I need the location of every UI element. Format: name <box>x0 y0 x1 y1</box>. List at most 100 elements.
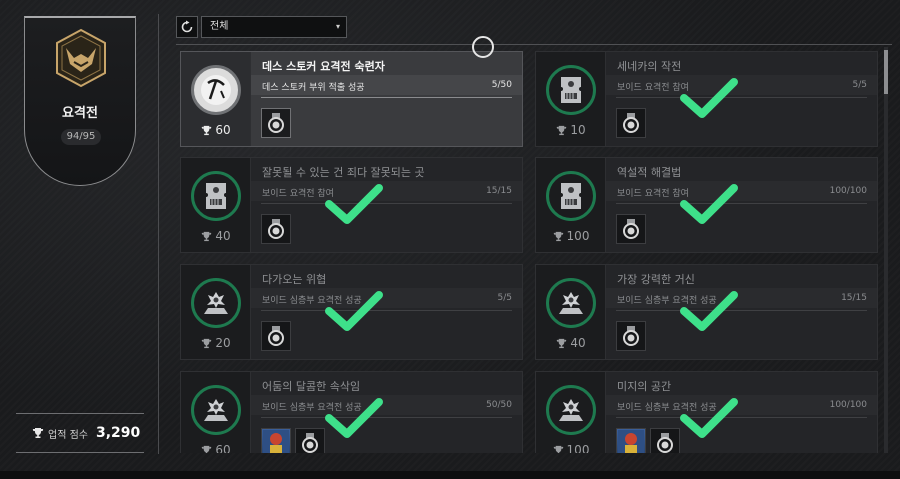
trophy-icon <box>556 338 567 349</box>
reward-medal-icon[interactable] <box>261 214 291 244</box>
achievement-points: 60 <box>181 123 251 137</box>
achievement-title: 어둠의 달콤한 속삭임 <box>262 380 361 393</box>
achievement-progress: 5/50 <box>491 80 512 90</box>
achievement-title: 가장 강력한 거신 <box>617 273 695 286</box>
achievement-points: 10 <box>536 123 606 137</box>
trophy-icon <box>201 125 212 136</box>
trophy-icon <box>553 231 564 242</box>
achievement-title: 데스 스토커 요격전 숙련자 <box>262 60 385 73</box>
trophy-icon <box>201 338 212 349</box>
reward-medal-icon[interactable] <box>295 428 325 453</box>
reward-medal-icon[interactable] <box>616 108 646 138</box>
reward-medal-icon[interactable] <box>616 321 646 351</box>
boss-icon <box>546 385 596 435</box>
achievement-badge-area: 100 <box>536 158 606 252</box>
achievement-badge-area: 40 <box>536 265 606 359</box>
reward-character-item[interactable] <box>261 428 291 453</box>
achievement-points: 60 <box>181 443 251 453</box>
achievement-description: 보이드 요격전 참여 <box>262 189 334 199</box>
scrollbar-thumb[interactable] <box>884 50 888 94</box>
achievement-description: 보이드 요격전 참여 <box>617 189 689 199</box>
divider <box>616 417 867 418</box>
achievement-description: 보이드 심층부 요격전 성공 <box>617 296 717 306</box>
achievement-progress: 5/5 <box>852 80 867 90</box>
achievement-description: 보이드 심층부 요격전 성공 <box>262 403 362 413</box>
reward-character-item[interactable] <box>616 428 646 453</box>
bottom-bar <box>0 471 900 479</box>
score-label: 업적 점수 <box>48 429 88 441</box>
divider <box>16 413 144 414</box>
points-value: 10 <box>570 123 586 137</box>
achievement-card[interactable]: 100 미지의 공간 보이드 심층부 요격전 성공 100/100 <box>535 371 878 453</box>
achievement-card[interactable]: 60 어둠의 달콤한 속삭임 보이드 심층부 요격전 성공 50/50 <box>180 371 523 453</box>
ticket-icon <box>191 171 241 221</box>
points-value: 20 <box>215 336 231 350</box>
achievement-badge-area: 60 <box>181 52 251 146</box>
achievement-title: 역설적 해결법 <box>617 166 682 179</box>
achievement-description: 보이드 요격전 참여 <box>617 83 689 93</box>
achievement-points: 100 <box>536 443 606 453</box>
divider <box>261 310 512 311</box>
filter-dropdown[interactable]: 전체 ▾ <box>201 16 347 38</box>
category-crest: 요격전 94/95 <box>24 16 136 186</box>
achievement-progress: 15/15 <box>841 293 867 303</box>
reward-medal-icon[interactable] <box>261 108 291 138</box>
category-progress-count: 94/95 <box>61 129 101 145</box>
points-value: 100 <box>566 229 590 243</box>
achievement-description: 보이드 심층부 요격전 성공 <box>617 403 717 413</box>
achievement-card[interactable]: 40 잘못될 수 있는 건 죄다 잘못되는 곳 보이드 요격전 참여 15/15 <box>180 157 523 253</box>
achievement-list: 60 데스 스토커 요격전 숙련자 데스 스토커 부위 적출 성공 5/50 1… <box>180 51 880 453</box>
points-value: 40 <box>215 229 231 243</box>
divider <box>261 417 512 418</box>
achievement-card[interactable]: 100 역설적 해결법 보이드 요격전 참여 100/100 <box>535 157 878 253</box>
divider <box>261 203 512 204</box>
refresh-button[interactable] <box>176 16 198 38</box>
score-value: 3,290 <box>95 425 141 441</box>
achievement-card[interactable]: 20 다가오는 위협 보이드 심층부 요격전 성공 5/5 <box>180 264 523 360</box>
achievement-card[interactable]: 60 데스 스토커 요격전 숙련자 데스 스토커 부위 적출 성공 5/50 <box>180 51 523 147</box>
points-value: 40 <box>570 336 586 350</box>
trophy-icon <box>201 231 212 242</box>
achievement-title: 다가오는 위협 <box>262 273 327 286</box>
achievement-title: 잘못될 수 있는 건 죄다 잘못되는 곳 <box>262 166 425 179</box>
reward-medal-icon[interactable] <box>650 428 680 453</box>
divider <box>176 44 892 45</box>
achievement-progress: 5/5 <box>497 293 512 303</box>
achievement-badge-area: 60 <box>181 372 251 453</box>
divider <box>261 97 512 98</box>
achievement-badge-area: 40 <box>181 158 251 252</box>
category-panel: 요격전 94/95 업적 점수 3,290 <box>0 0 160 479</box>
trophy-icon <box>556 125 567 136</box>
achievement-progress: 50/50 <box>486 400 512 410</box>
points-value: 100 <box>566 443 590 453</box>
ticket-icon <box>546 65 596 115</box>
divider <box>616 310 867 311</box>
achievement-description: 데스 스토커 부위 적출 성공 <box>262 83 365 93</box>
panel-divider <box>158 14 159 454</box>
boss-icon <box>191 385 241 435</box>
achievement-points: 100 <box>536 229 606 243</box>
trophy-icon <box>553 445 564 453</box>
achievement-title: 세네카의 작전 <box>617 60 682 73</box>
divider <box>616 97 867 98</box>
achievement-badge-area: 10 <box>536 52 606 146</box>
achievement-points: 20 <box>181 336 251 350</box>
filter-value: 전체 <box>210 21 229 32</box>
achievement-progress: 100/100 <box>829 186 867 196</box>
achievement-progress: 100/100 <box>829 400 867 410</box>
achievement-description: 보이드 심층부 요격전 성공 <box>262 296 362 306</box>
achievement-card[interactable]: 10 세네카의 작전 보이드 요격전 참여 5/5 <box>535 51 878 147</box>
scrollbar[interactable] <box>884 47 888 453</box>
mouse-cursor <box>472 36 494 58</box>
reward-medal-icon[interactable] <box>261 321 291 351</box>
category-title: 요격전 <box>62 106 98 121</box>
points-value: 60 <box>215 443 231 453</box>
achievement-card[interactable]: 40 가장 강력한 거신 보이드 심층부 요격전 성공 15/15 <box>535 264 878 360</box>
divider <box>616 203 867 204</box>
achievement-title: 미지의 공간 <box>617 380 672 393</box>
achievement-points: 40 <box>536 336 606 350</box>
points-value: 60 <box>215 123 231 137</box>
trophy-icon <box>201 445 212 453</box>
boss-icon <box>191 278 241 328</box>
reward-medal-icon[interactable] <box>616 214 646 244</box>
